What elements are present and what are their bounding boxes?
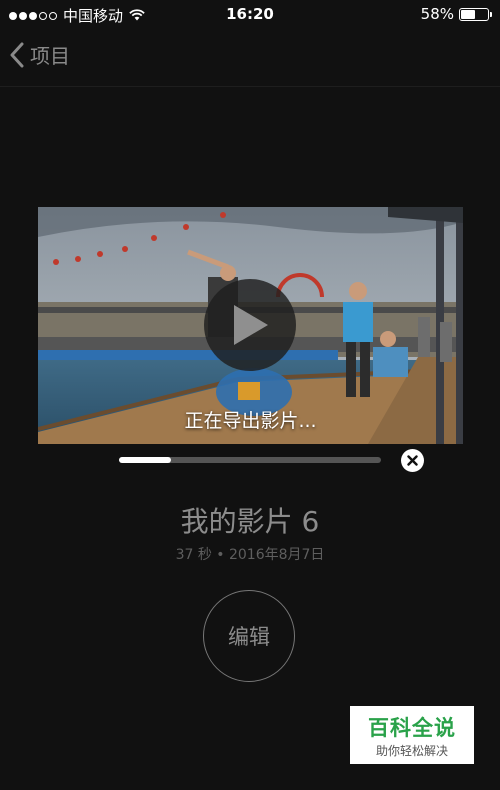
play-button[interactable] [204, 279, 296, 371]
back-button[interactable]: 项目 [10, 40, 70, 69]
nav-bar: 项目 [0, 28, 500, 87]
project-meta: 37 秒 • 2016年8月7日 [175, 547, 325, 563]
export-progress-fill [119, 457, 172, 463]
export-status-text: 正在导出影片... [184, 410, 317, 432]
play-icon [234, 305, 268, 345]
battery-icon [459, 7, 489, 21]
cancel-export-button[interactable] [401, 449, 424, 472]
edit-button[interactable]: 编辑 [203, 590, 295, 682]
battery-percent: 58% [420, 5, 454, 23]
video-preview[interactable]: 正在导出影片... [38, 207, 463, 444]
export-progress-bar [119, 457, 381, 463]
back-label: 项目 [30, 44, 70, 68]
status-right: 58% [421, 5, 492, 23]
edit-button-label: 编辑 [228, 625, 270, 649]
close-icon [407, 455, 418, 466]
chevron-left-icon [10, 42, 24, 67]
watermark-logo: 百科全说 助你轻松解决 [350, 706, 474, 764]
status-bar: 中国移动 16:20 58% [0, 0, 500, 28]
watermark-title: 百科全说 [368, 716, 456, 740]
watermark-subtitle: 助你轻松解决 [375, 744, 448, 758]
battery-level [461, 9, 476, 19]
project-title: 我的影片 6 [180, 505, 320, 538]
